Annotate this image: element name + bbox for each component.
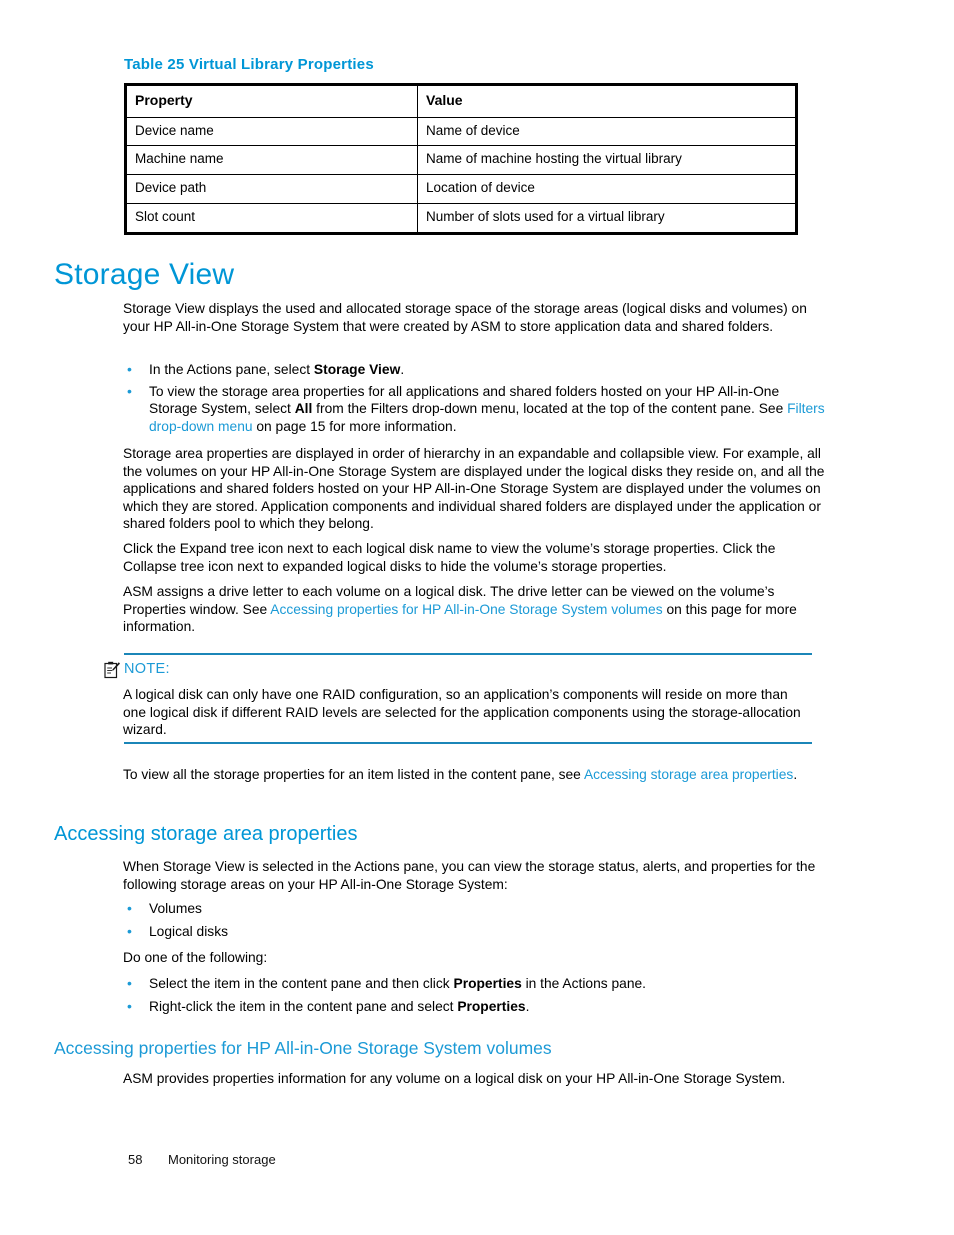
table-row: Device path Location of device	[125, 174, 797, 205]
bullet-text-post: on page 15 for more information.	[252, 418, 457, 434]
page-title-storage-view: Storage View	[54, 258, 235, 291]
link-accessing-properties-volumes[interactable]: Accessing properties for HP All-in-One S…	[270, 602, 662, 617]
table-cell-property: Device name	[125, 116, 418, 147]
accessing-storage-area-intro: When Storage View is selected in the Act…	[123, 859, 816, 892]
accessing-volumes-body: ASM provides properties information for …	[123, 1071, 786, 1086]
section-heading-accessing-storage-area-properties: Accessing storage area properties	[54, 823, 358, 845]
table-cell-value: Number of slots used for a virtual libra…	[417, 203, 797, 234]
table-row: Device name Name of device	[125, 116, 797, 147]
after-note-paragraph: To view all the storage properties for a…	[123, 766, 825, 784]
list-item: • In the Actions pane, select Storage Vi…	[123, 361, 828, 379]
storage-view-bullet-list: • In the Actions pane, select Storage Vi…	[123, 361, 828, 435]
table-cell-value: Name of machine hosting the virtual libr…	[417, 145, 797, 176]
hierarchy-paragraph: Storage area properties are displayed in…	[123, 446, 825, 532]
footer-page-number: 58	[128, 1152, 143, 1167]
section-heading-accessing-properties-volumes: Accessing properties for HP All-in-One S…	[54, 1038, 552, 1058]
expand-collapse-paragraph: Click the Expand tree icon next to each …	[123, 541, 776, 574]
virtual-library-properties-table: Property Value Device name Name of devic…	[124, 83, 798, 235]
table-cell-value: Location of device	[417, 174, 797, 205]
list-item: • To view the storage area properties fo…	[123, 383, 828, 436]
page-footer: 58 Monitoring storage	[128, 1152, 276, 1167]
action-bullet-pre: Select the item in the content pane and …	[149, 976, 454, 991]
action-bullet-pre: Right-click the item in the content pane…	[149, 998, 458, 1014]
note-label: NOTE:	[124, 661, 170, 677]
bullet-dot-icon: •	[127, 382, 132, 399]
table-row: Machine name Name of machine hosting the…	[125, 145, 797, 176]
action-bullet-post: .	[525, 998, 530, 1014]
storage-areas-bullet-list: • Volumes • Logical disks	[123, 900, 828, 940]
table-cell-property: Device path	[125, 174, 418, 205]
bullet-dot-icon: •	[127, 361, 132, 377]
table-cell-property: Slot count	[125, 203, 418, 234]
list-item-text: Logical disks	[149, 923, 228, 939]
list-item-text: Volumes	[149, 901, 202, 916]
table-row: Slot count Number of slots used for a vi…	[125, 203, 797, 234]
table-header-value: Value	[417, 84, 797, 118]
table-header-row: Property Value	[125, 84, 797, 118]
list-item-text: In the Actions pane, select Storage View…	[149, 361, 828, 379]
bullet-text-post: .	[400, 362, 405, 377]
list-item-text: Right-click the item in the content pane…	[149, 998, 828, 1016]
list-item: • Volumes	[123, 900, 828, 918]
list-item: • Right-click the item in the content pa…	[123, 998, 828, 1016]
action-bullet-post: in the Actions pane.	[521, 976, 647, 991]
bullet-text-mid: from the Filters drop-down menu, located…	[312, 401, 788, 417]
note-body-text: A logical disk can only have one RAID co…	[123, 687, 801, 738]
document-page: Table 25 Virtual Library Properties Prop…	[0, 0, 954, 1235]
after-note-post: .	[793, 767, 798, 782]
bullet-dot-icon: •	[127, 997, 132, 1014]
after-note-pre: To view all the storage properties for a…	[123, 767, 584, 782]
list-item-text: Select the item in the content pane and …	[149, 975, 828, 993]
list-item: • Logical disks	[123, 923, 828, 941]
bullet-dot-icon: •	[127, 975, 132, 991]
do-one-of-the-following-text: Do one of the following:	[123, 950, 268, 965]
note-clipboard-icon	[104, 661, 120, 679]
bullet-dot-icon: •	[127, 922, 132, 939]
list-item-text: To view the storage area properties for …	[149, 383, 828, 436]
note-bottom-rule	[124, 742, 812, 744]
storage-view-intro-paragraph: Storage View displays the used and alloc…	[123, 301, 807, 334]
bullet-text-bold: All	[294, 401, 313, 417]
action-bullet-bold: Properties	[453, 976, 522, 991]
footer-chapter-title: Monitoring storage	[168, 1152, 276, 1167]
table-header-property: Property	[125, 84, 418, 118]
table-cell-value: Name of device	[417, 116, 797, 147]
drive-letter-paragraph: ASM assigns a drive letter to each volum…	[123, 583, 825, 636]
bullet-dot-icon: •	[127, 900, 132, 916]
bullet-text-pre: In the Actions pane, select	[149, 362, 314, 377]
action-bullet-bold: Properties	[457, 998, 526, 1014]
bullet-text-bold: Storage View	[313, 362, 401, 377]
link-accessing-storage-area-properties[interactable]: Accessing storage area properties	[584, 767, 793, 782]
table-caption: Table 25 Virtual Library Properties	[124, 56, 374, 73]
note-top-rule	[124, 653, 812, 655]
table-cell-property: Machine name	[125, 145, 418, 176]
properties-action-bullet-list: • Select the item in the content pane an…	[123, 975, 828, 1015]
list-item: • Select the item in the content pane an…	[123, 975, 828, 993]
